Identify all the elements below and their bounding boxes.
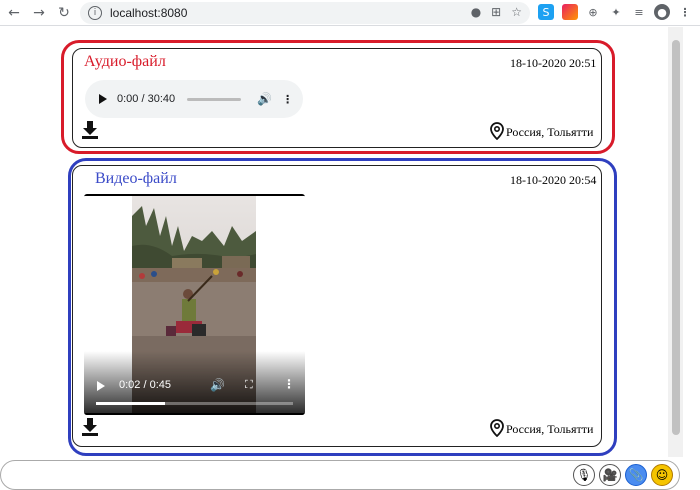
location-icon[interactable]: ● <box>471 5 481 19</box>
microphone-icon: 🎙 <box>576 468 592 482</box>
address-bar[interactable]: i localhost:8080 ● ⊞ ☆ <box>80 2 530 24</box>
video-card-title: Видео-файл <box>95 170 177 187</box>
video-card-date: 18-10-2020 20:54 <box>510 173 597 187</box>
attach-button[interactable]: 📎 <box>625 464 647 486</box>
audio-card-title: Аудио-файл <box>84 53 166 70</box>
video-time: 0:02 / 0:45 <box>119 379 171 391</box>
video-record-button[interactable]: 🎥 <box>599 464 621 486</box>
emoji-button[interactable]: ☺ <box>651 464 673 486</box>
reload-icon[interactable]: ↻ <box>53 2 75 24</box>
audio-time: 0:00 / 30:40 <box>117 93 176 105</box>
location-pin-icon <box>490 418 504 437</box>
download-icon[interactable] <box>82 121 98 139</box>
extension-icon[interactable] <box>562 4 578 20</box>
microphone-button[interactable]: 🎙 <box>573 464 595 486</box>
more-options-icon[interactable]: ⋮ <box>283 377 295 391</box>
volume-icon[interactable]: 🔊 <box>257 92 272 106</box>
paperclip-icon: 📎 <box>628 468 644 482</box>
audio-progress-bar[interactable] <box>187 97 242 101</box>
fullscreen-icon[interactable]: ⛶ <box>245 378 253 392</box>
audio-card-location: Россия, Тольятти <box>490 121 593 140</box>
scrollbar-thumb[interactable] <box>672 40 680 435</box>
forward-arrow-icon[interactable]: → <box>28 2 50 24</box>
extension-grid-icon[interactable]: ⊕ <box>585 4 601 20</box>
audio-card-date: 18-10-2020 20:51 <box>510 56 597 70</box>
video-controls: 0:02 / 0:45 🔊 ⛶ ⋮ <box>84 351 305 415</box>
media-queue-icon[interactable]: ≡ <box>631 4 647 20</box>
play-icon[interactable] <box>97 381 105 391</box>
bookmark-star-icon[interactable]: ☆ <box>511 5 522 19</box>
back-arrow-icon[interactable]: ← <box>3 2 25 24</box>
camera-icon: 🎥 <box>602 468 618 482</box>
audio-player[interactable]: 0:00 / 30:40 🔊 ⋮ <box>85 80 303 118</box>
video-progress-bar[interactable] <box>96 402 293 405</box>
volume-icon[interactable]: 🔊 <box>210 378 225 392</box>
menu-icon[interactable]: ⋮ <box>677 4 693 20</box>
video-progress-fill <box>96 402 165 405</box>
site-info-icon[interactable]: i <box>88 6 102 20</box>
location-text: Россия, Тольятти <box>506 125 594 139</box>
more-options-icon[interactable]: ⋮ <box>282 93 293 106</box>
play-icon[interactable] <box>99 94 107 104</box>
download-icon[interactable] <box>82 418 98 436</box>
video-player[interactable]: 0:02 / 0:45 🔊 ⛶ ⋮ <box>84 194 305 415</box>
location-pin-icon <box>490 121 504 140</box>
video-card-location: Россия, Тольятти <box>490 418 593 437</box>
skype-extension-icon[interactable]: S <box>538 4 554 20</box>
translate-icon[interactable]: ⊞ <box>491 5 501 19</box>
url-text: localhost:8080 <box>110 6 188 20</box>
smiley-icon: ☺ <box>655 468 669 482</box>
profile-avatar-icon[interactable]: ● <box>654 4 670 20</box>
location-text: Россия, Тольятти <box>506 422 594 436</box>
browser-toolbar: ← → ↻ i localhost:8080 ● ⊞ ☆ S ⊕ ✦ ≡ ● ⋮ <box>0 0 700 26</box>
puzzle-icon[interactable]: ✦ <box>608 4 624 20</box>
